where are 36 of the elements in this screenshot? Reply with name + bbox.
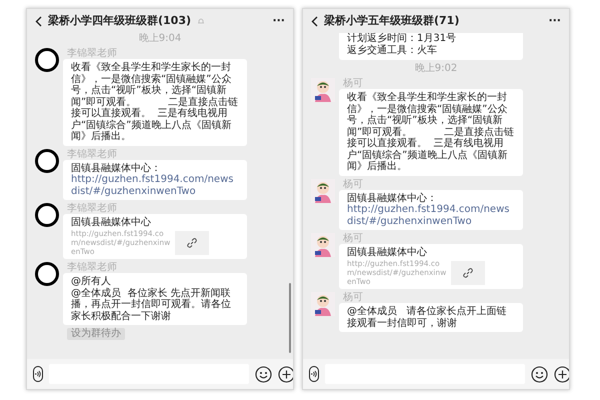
sender-name: 李锦翠老师 <box>67 148 118 160</box>
message-text: 固镇县融媒体中心： <box>347 192 438 204</box>
timestamp: 晚上9:02 <box>414 63 458 75</box>
back-icon[interactable] <box>311 16 318 26</box>
message-line: 返乡交通工具：火车 <box>347 45 438 57</box>
sender-name: 李锦翠老师 <box>67 203 118 214</box>
voice-icon[interactable] <box>33 366 43 382</box>
emoji-icon[interactable] <box>255 366 272 382</box>
sender-name: 杨可 <box>343 78 364 89</box>
message-bubble: @所有人 @全体成员 各位家长 先点开新闻联播，再点开一封信即可观看。请各位家长积极配合一下谢谢 <box>63 273 247 325</box>
link-icon <box>175 230 209 254</box>
link-icon <box>451 260 485 284</box>
url-link[interactable]: http://guzhen.fst1994.com/newsdist/#/guzhenxinwenTwo <box>71 174 239 197</box>
sender-name: 杨可 <box>343 292 364 303</box>
sender-name: 李锦翠老师 <box>67 48 118 59</box>
message-bubble: @全体成员 请各位家长点开上面链接观看一封信即可，谢谢 <box>339 303 523 332</box>
timestamp: 晚上9:04 <box>138 33 182 45</box>
add-icon[interactable] <box>278 366 293 382</box>
chat-title: 梁桥小学四年级班级群(103) <box>48 12 192 29</box>
card-title: 固镇县融媒体中心 <box>71 217 152 229</box>
sender-name: 杨可 <box>343 178 364 190</box>
message-bubble: 收看《致全县学生和学生家长的一封信》，一是微信搜索“固镇融媒”公众号，点击“视听”板块，选择“固镇新闻”即可观看。 二是直接点击链接可以直接观看。 三是有线电视用户“固镇综合”频道晚上八点《固镇新闻》后播出。 <box>63 59 247 146</box>
back-icon[interactable] <box>35 16 42 26</box>
url-link[interactable]: http://guzhen.fst1994.com/newsdist/#/guzhenxinwenTwo <box>347 204 515 227</box>
more-button[interactable]: ··· <box>548 12 561 30</box>
more-button[interactable]: ··· <box>272 12 285 30</box>
chat-title: 梁桥小学五年级班级群(71) <box>324 12 460 29</box>
message-text: 固镇县融媒体中心： <box>71 162 162 174</box>
voice-icon[interactable] <box>309 366 319 382</box>
emoji-icon[interactable] <box>531 366 548 382</box>
message-bubble: 收看《致全县学生和学生家长的一封信》，一是微信搜索“固镇融媒”公众号，点击“视听”板块，选择“固镇新闻”即可观看。 二是直接点击链接可以直接观看。 三是有线电视用户“固镇综合”频道晚上八点《固镇新闻》后播出。 <box>339 89 523 176</box>
sender-name: 杨可 <box>343 233 364 244</box>
card-title: 固镇县融媒体中心 <box>347 247 428 259</box>
message-line: 计划返乡时间：1月31号 <box>347 33 458 44</box>
sender-name: 李锦翠老师 <box>67 262 118 273</box>
add-icon[interactable] <box>554 366 569 382</box>
